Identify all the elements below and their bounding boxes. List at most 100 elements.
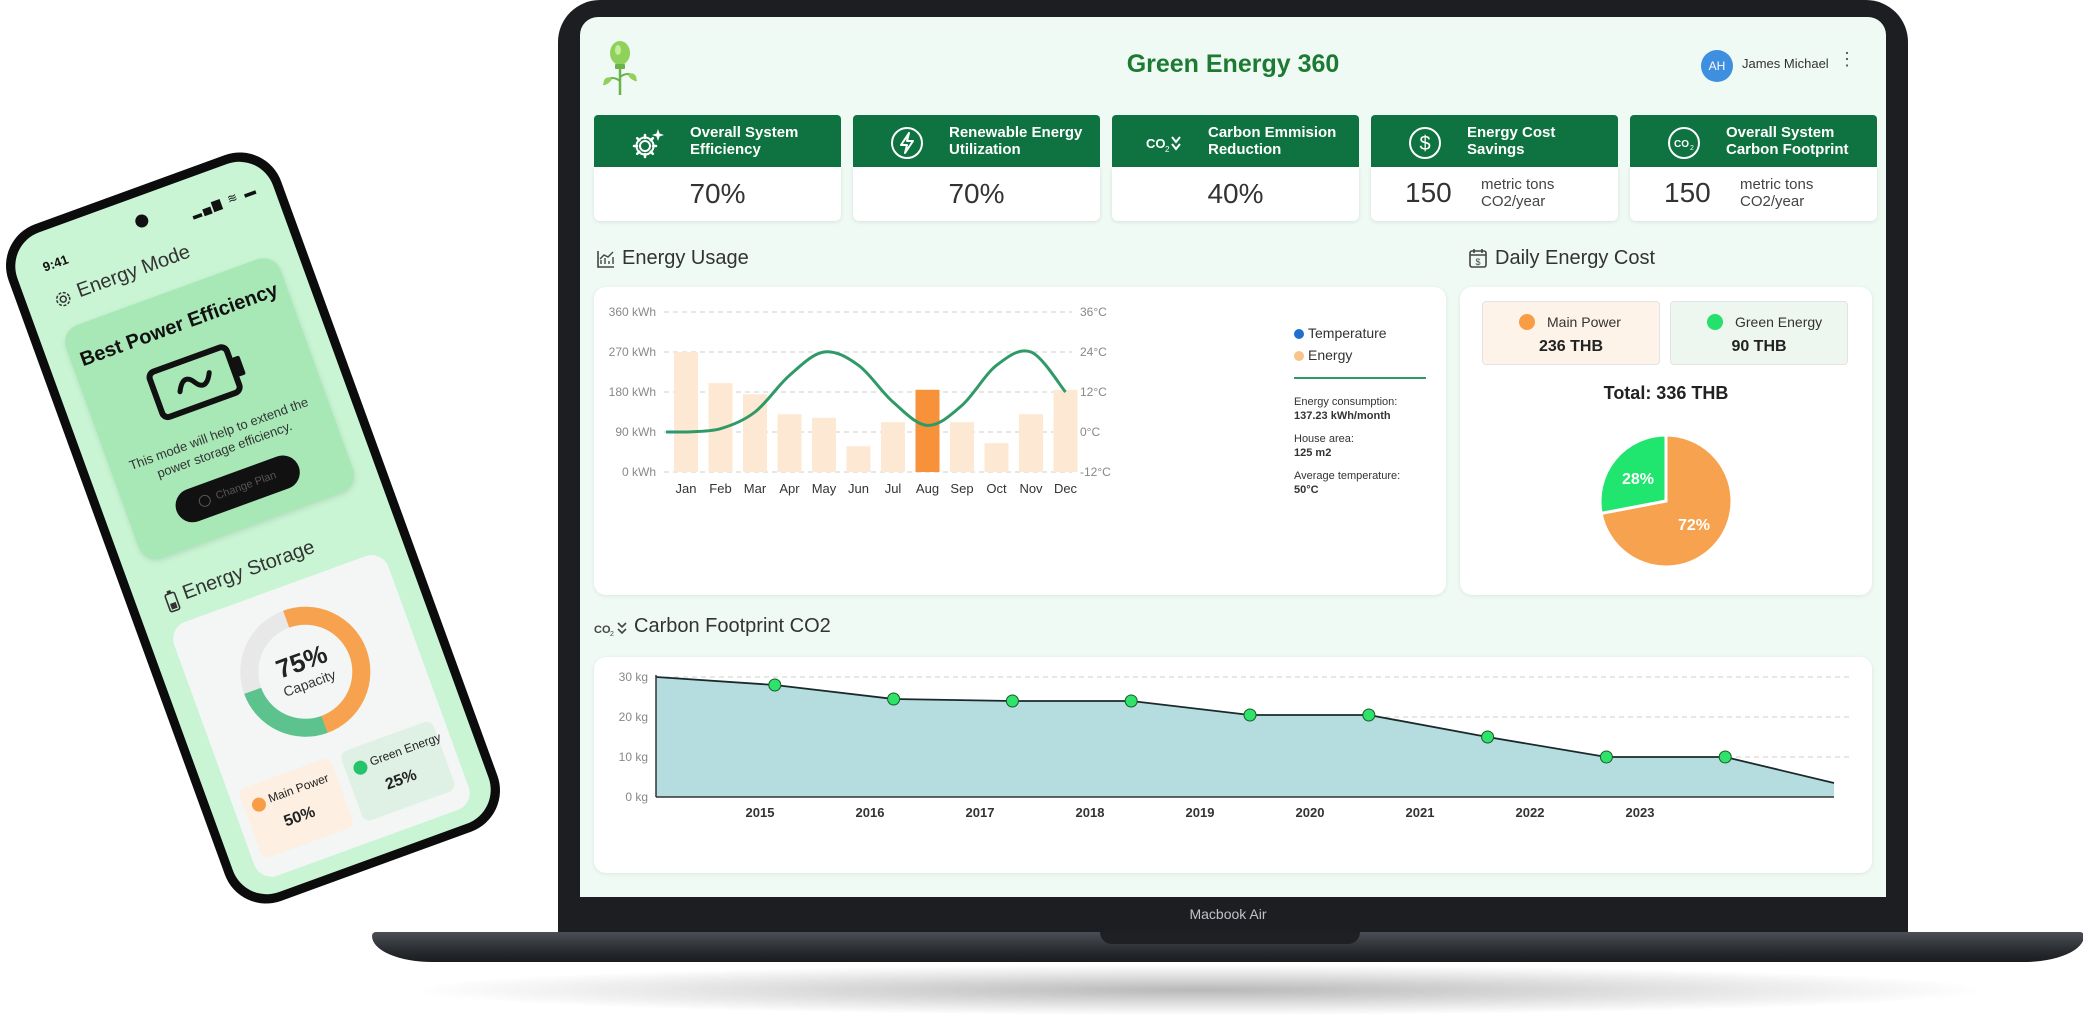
phone-time: 9:41 <box>40 251 71 275</box>
y-tick: 30 kg <box>619 670 648 684</box>
carbon-footprint-chart[interactable]: 30 kg 20 kg 10 kg 0 kg 2015 2016 2017 2018 2019 2… <box>594 657 1872 873</box>
kpi-label: Overall System Carbon Footprint <box>1726 124 1849 158</box>
y-tick-right: 12°C <box>1080 385 1107 399</box>
main-power-dot-icon <box>1519 314 1535 330</box>
x-tick-label: Nov <box>1019 481 1043 496</box>
energy-bar <box>950 422 974 472</box>
data-point <box>1481 730 1495 744</box>
power-mode-card: Best Power Efficiency This mode will hel… <box>60 253 360 565</box>
svg-text:2: 2 <box>1165 145 1170 154</box>
y-tick-left: 360 kWh <box>609 305 656 319</box>
daily-cost-panel: Main Power 236 THB Green Energy 90 THB T… <box>1460 287 1872 595</box>
carbon-footprint-title: Carbon Footprint CO2 <box>634 615 831 637</box>
kpi-card-carbon-footprint[interactable]: CO 2 Overall System Carbon Footprint 150… <box>1630 115 1877 225</box>
main-power-dot-icon <box>250 795 268 814</box>
data-point <box>1599 750 1613 764</box>
pie-label: 28% <box>1622 471 1654 488</box>
green-energy-label: Green Energy <box>1735 314 1823 330</box>
gear-icon <box>56 291 71 307</box>
energy-usage-panel: 360 kWh 270 kWh 180 kWh 90 kWh 0 kWh 36°C 24°C… <box>594 287 1446 595</box>
kpi-header: Renewable Energy Utilization <box>853 115 1100 167</box>
kpi-card-renewable[interactable]: Renewable Energy Utilization 70% <box>853 115 1100 225</box>
info-avg-temperature: Average temperature: 50°C <box>1294 469 1400 497</box>
y-tick: 0 kg <box>625 790 648 804</box>
energy-bar <box>915 389 940 472</box>
y-tick: 10 kg <box>619 750 648 764</box>
y-tick-left: 0 kWh <box>622 465 656 479</box>
legend-dot-icon <box>1294 351 1304 362</box>
phone-camera <box>133 212 151 230</box>
energy-bar <box>984 443 1009 472</box>
kpi-body: 40% <box>1112 167 1359 221</box>
x-tick-label: Jul <box>885 481 902 496</box>
svg-text:2: 2 <box>610 631 614 638</box>
y-tick-left: 180 kWh <box>609 385 656 399</box>
carbon-area <box>656 677 1834 797</box>
legend-dot-icon <box>1294 329 1304 340</box>
plant-bulb-logo-icon[interactable] <box>598 39 642 97</box>
kpi-card-cost-savings[interactable]: $ Energy Cost Savings 150 metric tons CO… <box>1371 115 1618 225</box>
kpi-card-efficiency[interactable]: Overall System Efficiency 70% <box>594 115 841 225</box>
info-value: 50°C <box>1294 484 1319 496</box>
phone-device: 9:41 ▂▄▆ ≋ ▬ Energy Mode Best Power Effi… <box>0 140 513 916</box>
x-tick-label: 2021 <box>1406 805 1435 820</box>
x-tick-label: 2017 <box>966 805 995 820</box>
kpi-body: 150 metric tons CO2/year <box>1371 167 1618 221</box>
energy-usage-title: Energy Usage <box>622 247 749 269</box>
x-tick-label: Mar <box>744 481 767 496</box>
x-tick-label: 2022 <box>1516 805 1545 820</box>
daily-cost-title: Daily Energy Cost <box>1495 247 1656 269</box>
kpi-value: 40% <box>1207 178 1264 209</box>
phone-green-energy-value: 25% <box>383 766 420 794</box>
legend-divider <box>1294 377 1426 379</box>
calendar-dollar-icon: $ <box>1469 249 1487 268</box>
x-tick-label: Sep <box>950 481 973 496</box>
energy-bar <box>674 352 698 472</box>
x-tick-label: May <box>812 481 837 496</box>
x-tick-label: Jan <box>676 481 697 496</box>
kpi-value: 70% <box>948 178 1005 209</box>
info-house-area: House area: 125 m2 <box>1294 432 1354 460</box>
user-avatar[interactable]: AH <box>1701 50 1733 82</box>
legend-label: Temperature <box>1308 325 1387 341</box>
cost-pie-chart[interactable]: 72% 28% <box>1566 411 1766 591</box>
x-tick-label: 2023 <box>1626 805 1655 820</box>
green-energy-dot-icon <box>351 758 370 777</box>
kpi-header: CO 2 Overall System Carbon Footprint <box>1630 115 1877 167</box>
main-power-cost-card[interactable]: Main Power 236 THB <box>1482 301 1660 365</box>
laptop-shadow <box>420 965 1980 1015</box>
info-label: Energy consumption: <box>1294 396 1398 408</box>
kpi-body: 70% <box>594 167 841 221</box>
kpi-card-carbon-reduction[interactable]: CO 2 Carbon Emmision Reduction 40% <box>1112 115 1359 225</box>
legend-energy[interactable]: Energy <box>1294 347 1352 363</box>
green-energy-cost-card[interactable]: Green Energy 90 THB <box>1670 301 1848 365</box>
legend-temperature[interactable]: Temperature <box>1294 325 1387 341</box>
phone-main-power-card[interactable]: Main Power 50% <box>237 756 356 860</box>
x-tick-label: Apr <box>779 481 800 496</box>
dashboard-screen: Green Energy 360 AH James Michael ⋮ Over… <box>580 17 1886 897</box>
y-tick: 20 kg <box>619 710 648 724</box>
kpi-label: Carbon Emmision Reduction <box>1208 124 1337 158</box>
x-tick-label: 2019 <box>1186 805 1215 820</box>
x-tick-label: 2016 <box>856 805 885 820</box>
battery-vertical-icon <box>164 590 181 613</box>
x-tick-label: Dec <box>1054 481 1078 496</box>
laptop-model-label: Macbook Air <box>1189 906 1267 922</box>
phone-status-icons: ▂▄▆ ≋ ▬ <box>189 182 260 220</box>
phone-green-energy-card[interactable]: Green Energy 25% <box>339 719 457 823</box>
pie-label: 72% <box>1678 517 1710 534</box>
svg-text:CO: CO <box>1674 139 1689 150</box>
x-tick-label: 2018 <box>1076 805 1105 820</box>
phone-screen: 9:41 ▂▄▆ ≋ ▬ Energy Mode Best Power Effi… <box>5 151 501 905</box>
x-tick-label: 2020 <box>1296 805 1325 820</box>
legend-label: Energy <box>1308 347 1353 363</box>
kpi-value: 70% <box>689 178 746 209</box>
data-point <box>1005 694 1019 708</box>
y-tick-right: 24°C <box>1080 345 1107 359</box>
x-tick-label: Feb <box>709 481 731 496</box>
info-label: House area: <box>1294 433 1354 445</box>
user-name[interactable]: James Michael <box>1742 56 1829 71</box>
co2-down-icon: CO 2 <box>594 622 627 638</box>
co2-down-icon: CO 2 <box>1146 136 1181 154</box>
more-options-icon[interactable]: ⋮ <box>1838 50 1856 68</box>
